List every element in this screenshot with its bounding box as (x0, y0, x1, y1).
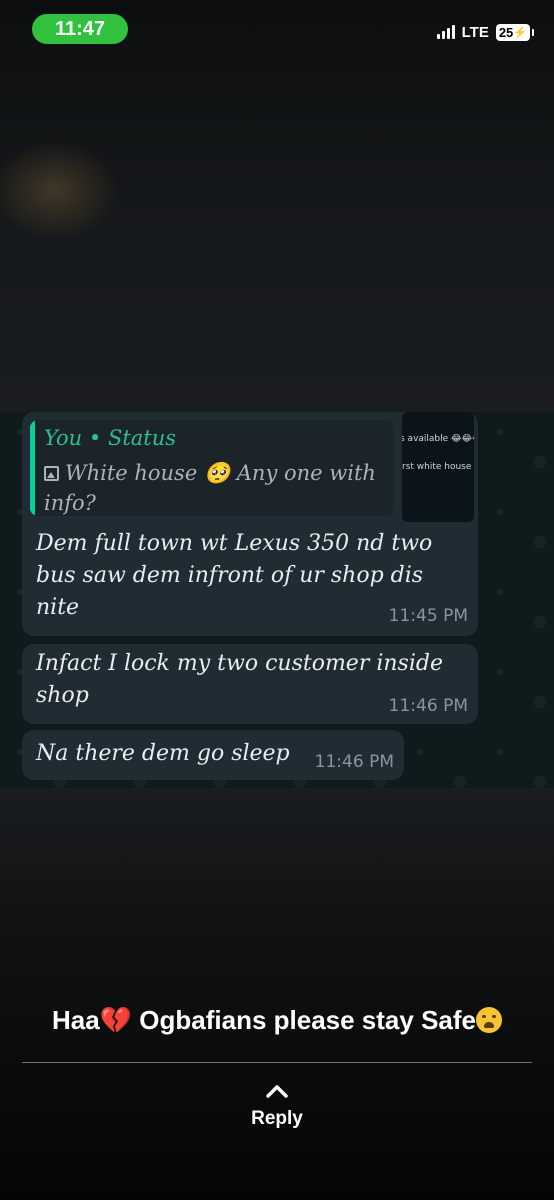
status-time: 11:47 (32, 14, 128, 44)
network-label: LTE (461, 23, 489, 41)
message-bubble-with-reply: You • Status White house 🥺 Any one with … (22, 412, 478, 636)
story-background-top (0, 0, 554, 412)
thumbnail-text-line: rst white house fi (402, 462, 474, 472)
message-bubble: Na there dem go sleep 11:46 PM (22, 730, 404, 780)
story-caption: Haa💔 Ogbafians please stay Safe (0, 1005, 554, 1036)
quote-accent-bar (30, 420, 35, 516)
message-time: 11:46 PM (388, 696, 468, 716)
signal-icon (436, 25, 455, 39)
battery-charging-icon: 25 ⚡ (495, 23, 535, 41)
thumbnail-text-line: s available 😂😂😂 (402, 434, 474, 444)
message-text: Na there dem go sleep (36, 741, 290, 766)
battery-level: 25 (498, 24, 514, 40)
divider (22, 1062, 532, 1063)
quote-body: White house 🥺 Any one with info? (44, 458, 384, 516)
story-background-bottom (0, 788, 554, 1200)
quote-body-text: White house 🥺 Any one with info? (44, 461, 376, 515)
broken-heart-emoji: 💔 (99, 1005, 133, 1035)
weary-face-emoji (476, 1007, 502, 1033)
chat-screenshot: You • Status White house 🥺 Any one with … (0, 412, 554, 788)
image-icon (44, 466, 59, 481)
message-time: 11:46 PM (314, 752, 394, 772)
reply-quote: You • Status White house 🥺 Any one with … (30, 420, 394, 516)
caption-text-start: Haa (51, 1005, 100, 1035)
chevron-up-icon[interactable] (266, 1084, 288, 1098)
status-icons: LTE 25 ⚡ (436, 22, 535, 42)
status-thumbnail: s available 😂😂😂 rst white house fi (402, 412, 474, 522)
quote-title: You • Status (44, 426, 177, 450)
message-bubble: Infact I lock my two customer inside sho… (22, 644, 478, 724)
caption-text-end: Ogbafians please stay Safe (132, 1005, 476, 1035)
message-time: 11:45 PM (388, 606, 468, 626)
reply-button[interactable]: Reply (0, 1108, 554, 1130)
